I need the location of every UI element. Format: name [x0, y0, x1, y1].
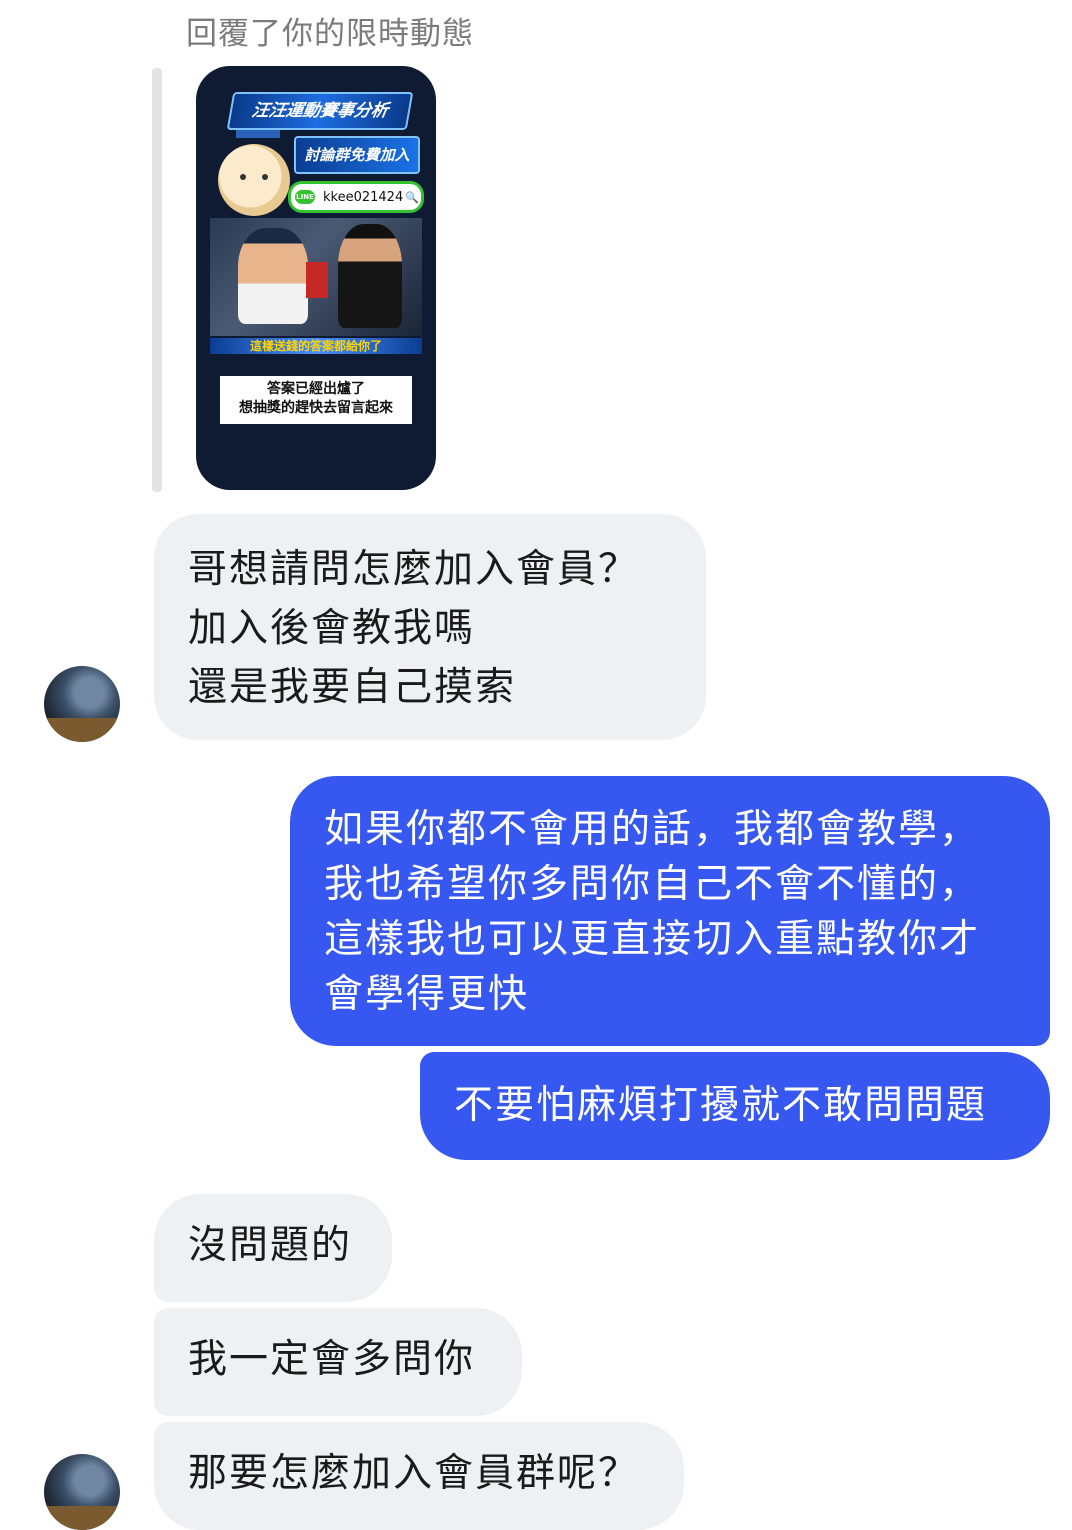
- message-line: 沒問題的: [188, 1223, 353, 1268]
- message-bubble-incoming[interactable]: 哥想請問怎麼加入會員？ 加入後會教我嗎 還是我要自己摸索: [154, 514, 706, 740]
- message-line: 不要怕麻煩打擾就不敢問問題: [454, 1083, 988, 1128]
- message-line: 還是我要自己摸索: [188, 665, 517, 710]
- message-bubble-outgoing[interactable]: 如果你都不會用的話，我都會教學， 我也希望你多問你自己不會不懂的， 這樣我也可以…: [290, 776, 1050, 1046]
- story-subtitle: 討論群免費加入: [294, 136, 420, 174]
- story-line-id: kkee021424: [323, 189, 404, 205]
- message-line: 我一定會多問你: [188, 1337, 476, 1382]
- message-line: 會學得更快: [324, 972, 530, 1017]
- message-bubble-outgoing[interactable]: 不要怕麻煩打擾就不敢問問題: [420, 1052, 1050, 1160]
- baseball-player-right: [338, 224, 402, 328]
- message-bubble-incoming[interactable]: 那要怎麼加入會員群呢？: [154, 1422, 684, 1530]
- reply-quote-bar: [152, 68, 162, 492]
- story-answer-line-2: 想抽獎的趕快去留言起來: [239, 400, 393, 416]
- story-thumbnail[interactable]: 汪汪運動賽事分析 討論群免費加入 LINE kkee021424 🔍 這樣送錢的…: [196, 66, 436, 490]
- message-line: 我也希望你多問你自己不會不懂的，: [324, 862, 981, 907]
- story-answer-line-1: 答案已經出爐了: [267, 381, 365, 397]
- story-photo-baseball-players: [210, 218, 422, 336]
- message-line: 如果你都不會用的話，我都會教學，: [324, 807, 981, 852]
- search-icon: 🔍: [405, 190, 419, 204]
- message-line: 這樣我也可以更直接切入重點教你才: [324, 917, 981, 962]
- story-strip-text: 這樣送錢的答案都給你了: [210, 338, 422, 354]
- avatar[interactable]: [44, 1454, 120, 1530]
- story-line-id-box: LINE kkee021424 🔍: [288, 181, 424, 213]
- story-red-object: [306, 262, 328, 298]
- story-answer-box: 答案已經出爐了 想抽獎的趕快去留言起來: [220, 376, 412, 424]
- reply-caption: 回覆了你的限時動態: [186, 16, 474, 52]
- line-app-icon: LINE: [295, 190, 315, 204]
- baseball-player-left: [238, 228, 308, 324]
- message-bubble-incoming[interactable]: 沒問題的: [154, 1194, 392, 1302]
- dog-mascot-icon: [218, 144, 290, 216]
- avatar[interactable]: [44, 666, 120, 742]
- message-bubble-incoming[interactable]: 我一定會多問你: [154, 1308, 522, 1416]
- story-small-tag: [236, 130, 280, 138]
- message-line: 哥想請問怎麼加入會員？: [188, 547, 640, 592]
- message-line: 那要怎麼加入會員群呢？: [188, 1451, 640, 1496]
- story-banner-title: 汪汪運動賽事分析: [226, 92, 414, 130]
- message-line: 加入後會教我嗎: [188, 606, 476, 651]
